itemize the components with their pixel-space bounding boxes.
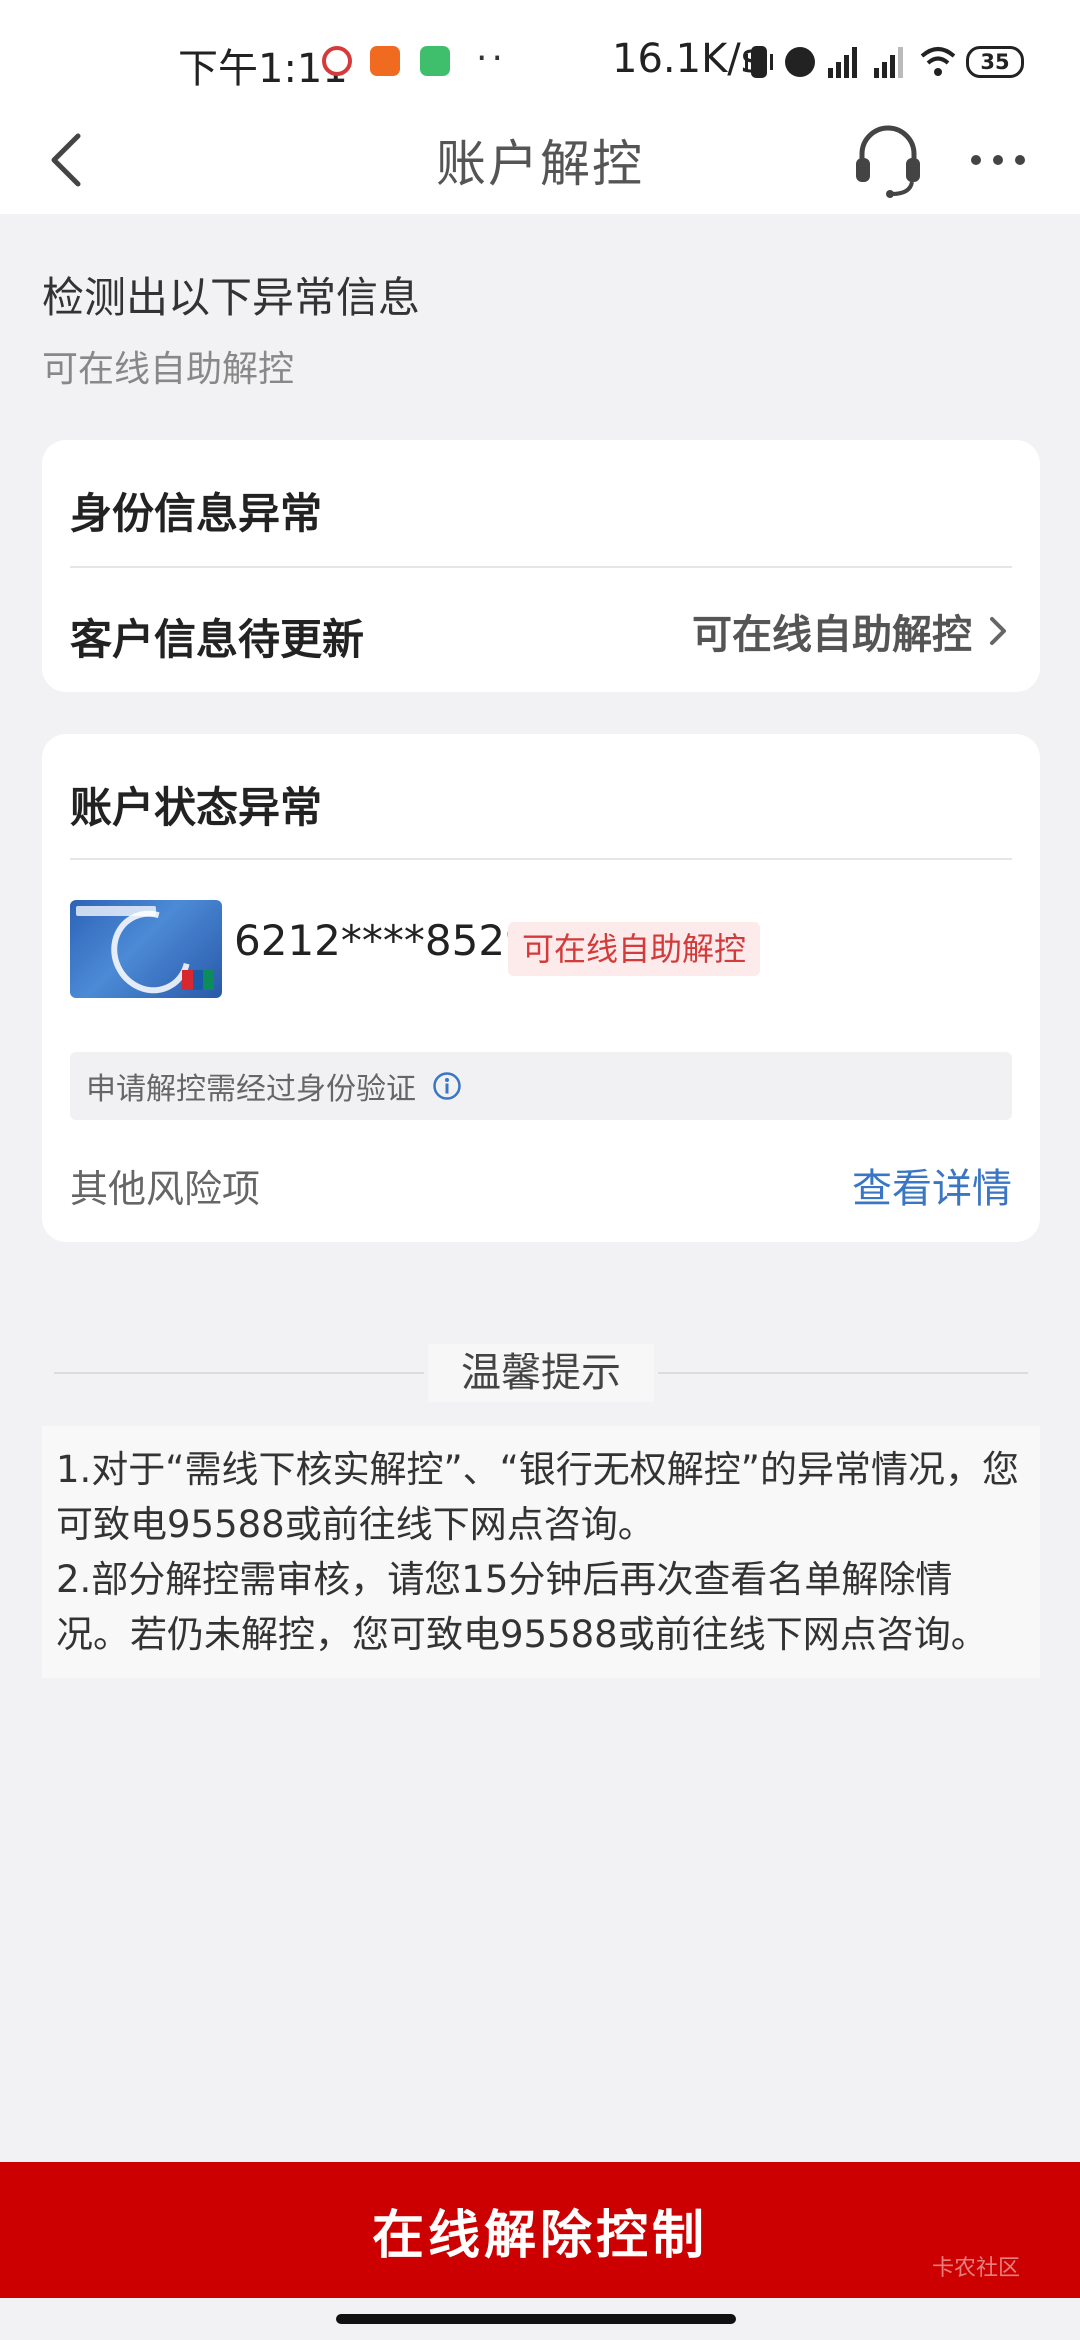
self-unlock-row-link[interactable]: 可在线自助解控 bbox=[692, 596, 1010, 666]
chevron-right-icon bbox=[990, 617, 1006, 645]
card-divider bbox=[70, 566, 1012, 568]
vibrate-icon bbox=[745, 46, 773, 78]
detect-subtitle: 可在线自助解控 bbox=[42, 349, 295, 390]
more-icon[interactable] bbox=[966, 140, 1030, 180]
watermark: 卡农社区 bbox=[931, 2256, 1020, 2281]
view-details-link[interactable]: 查看详情 bbox=[852, 1156, 1012, 1214]
battery-icon: 35 bbox=[966, 46, 1024, 78]
customer-service-icon[interactable] bbox=[852, 120, 924, 200]
tip-line-1: 1.对于“需线下核实解控”、“银行无权解控”的异常情况，您可致电95588或前往… bbox=[56, 1448, 1019, 1546]
identity-anomaly-card: 身份信息异常 客户信息待更新 可在线自助解控 bbox=[42, 440, 1040, 692]
tips-divider-right bbox=[658, 1372, 1028, 1374]
nav-bar: 账户解控 bbox=[0, 110, 1080, 214]
card-divider bbox=[70, 858, 1012, 860]
security-app-icon bbox=[420, 46, 450, 76]
tips-title: 温馨提示 bbox=[428, 1344, 654, 1402]
tips-divider-left bbox=[54, 1372, 424, 1374]
account-anomaly-heading: 账户状态异常 bbox=[70, 783, 323, 832]
customer-info-label: 客户信息待更新 bbox=[70, 615, 365, 664]
info-icon[interactable] bbox=[432, 1071, 462, 1101]
dnd-icon bbox=[785, 47, 815, 77]
signal-icon-2 bbox=[874, 47, 903, 78]
self-unlock-label: 可在线自助解控 bbox=[692, 612, 972, 658]
bank-card-image bbox=[70, 900, 222, 998]
signal-icon bbox=[828, 47, 857, 78]
status-bar: 下午1:11 ·· 16.1K/s 35 bbox=[0, 0, 1080, 110]
online-unlock-button[interactable]: 在线解除控制 bbox=[0, 2162, 1080, 2298]
status-badge: 可在线自助解控 bbox=[508, 922, 761, 976]
tips-body: 1.对于“需线下核实解控”、“银行无权解控”的异常情况，您可致电95588或前往… bbox=[42, 1426, 1040, 1678]
status-icons: 35 bbox=[744, 42, 1024, 82]
verify-note: 申请解控需经过身份验证 bbox=[70, 1052, 1012, 1120]
unionpay-icon bbox=[182, 970, 215, 990]
wifi-icon bbox=[920, 47, 956, 76]
home-indicator[interactable] bbox=[336, 2314, 736, 2324]
network-speed: 16.1K/s bbox=[612, 36, 762, 82]
tip-line-2: 2.部分解控需审核，请您15分钟后再次查看名单解除情况。若仍未解控，您可致电95… bbox=[56, 1558, 988, 1656]
china-merchants-icon bbox=[322, 46, 352, 76]
detect-title: 检测出以下异常信息 bbox=[42, 273, 421, 322]
verify-note-text: 申请解控需经过身份验证 bbox=[86, 1072, 416, 1107]
account-anomaly-card: 账户状态异常 6212****8529 可在线自助解控 申请解控需经过身份验证 … bbox=[42, 734, 1040, 1242]
identity-anomaly-heading: 身份信息异常 bbox=[70, 489, 323, 538]
more-notifications-icon: ·· bbox=[476, 38, 507, 79]
card-number: 6212****8529 bbox=[234, 916, 532, 965]
other-risk-label: 其他风险项 bbox=[70, 1167, 261, 1211]
taobao-icon bbox=[370, 46, 400, 76]
